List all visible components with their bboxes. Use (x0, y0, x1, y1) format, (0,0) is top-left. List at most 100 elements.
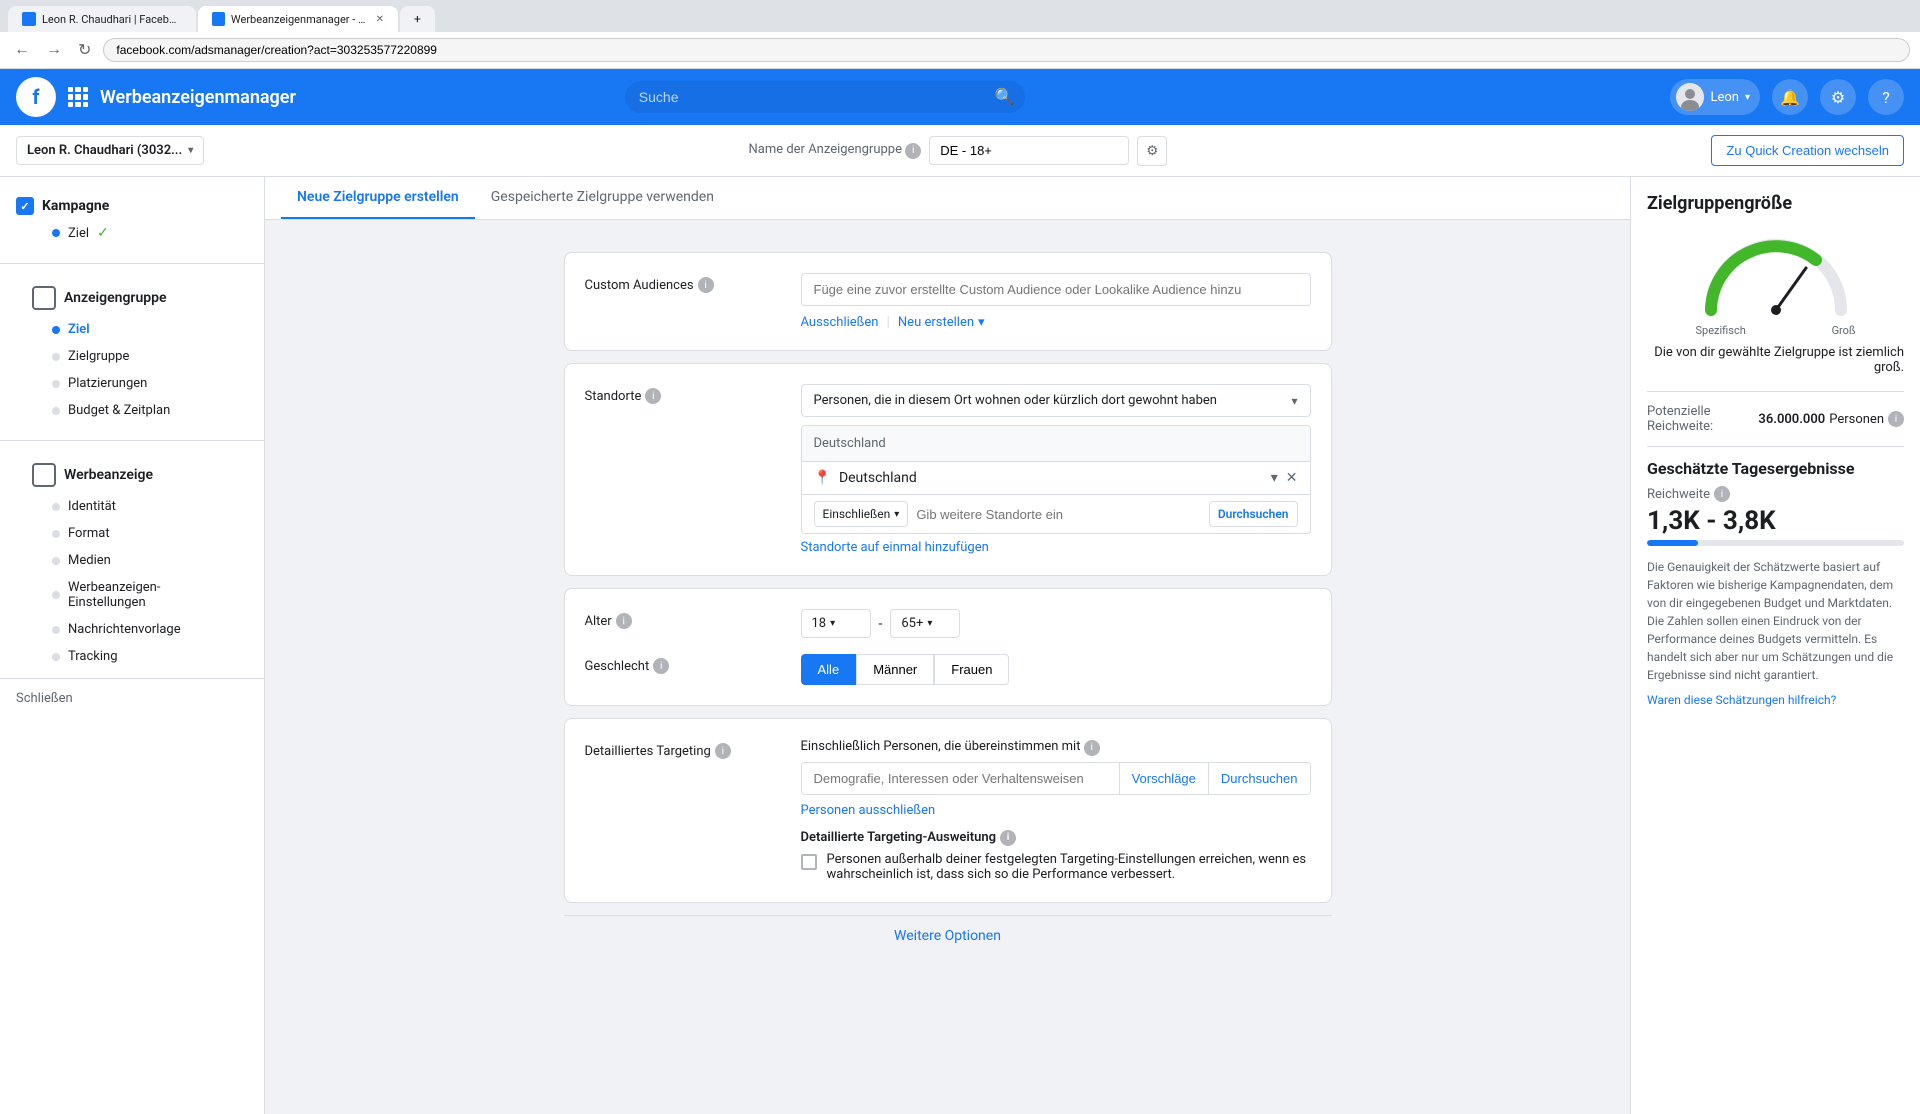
tab-gespeicherte[interactable]: Gespeicherte Zielgruppe verwenden (475, 177, 730, 219)
sidebar-item-medien[interactable]: Medien (16, 547, 248, 574)
nachrichtenvorlage-dot (52, 626, 60, 634)
sidebar-item-einstellungen[interactable]: Werbeanzeigen-Einstellungen (16, 574, 248, 616)
refresh-btn[interactable]: ↻ (74, 38, 95, 62)
sidebar-item-zielgruppe[interactable]: Zielgruppe (16, 343, 248, 370)
avatar (1676, 83, 1704, 111)
ausweitung-checkbox[interactable] (801, 854, 817, 870)
grid-icon[interactable] (68, 87, 88, 107)
sidebar-divider-2 (0, 440, 264, 441)
location-item-deutschland: 📍 Deutschland ▾ ✕ (802, 462, 1310, 495)
neu-erstellen-dropdown[interactable]: Neu erstellen ▾ (898, 315, 985, 330)
gender-maenner-btn[interactable]: Männer (856, 654, 934, 685)
targeting-input-row: Vorschläge Durchsuchen (801, 762, 1311, 795)
sidebar-close-btn[interactable]: Schließen (0, 678, 264, 718)
location-search-row: Einschließen ▾ Durchsuchen (802, 495, 1310, 533)
ziel2-dot (52, 326, 60, 334)
budget-dot (52, 407, 60, 415)
geschlecht-info-icon[interactable]: i (653, 658, 669, 674)
sidebar-anzeigengruppe-title: Anzeigengruppe (16, 280, 248, 316)
tab-bar: Neue Zielgruppe erstellen Gespeicherte Z… (265, 177, 1630, 220)
field-gear-btn[interactable]: ⚙ (1137, 136, 1167, 166)
weitere-optionen-link[interactable]: Weitere Optionen (564, 915, 1332, 956)
include-chevron-icon: ▾ (894, 509, 899, 520)
sidebar-item-platzierungen[interactable]: Platzierungen (16, 370, 248, 397)
alter-info-icon[interactable]: i (616, 613, 632, 629)
browser-tab-1[interactable]: Leon R. Chaudhari | Facebook (8, 6, 196, 32)
sidebar-item-identitaet[interactable]: Identität (16, 493, 248, 520)
gauge-labels: Spezifisch Groß (1696, 324, 1856, 337)
standorte-info-icon[interactable]: i (645, 388, 661, 404)
location-search-input[interactable] (916, 507, 1201, 522)
browser-chrome: Leon R. Chaudhari | Facebook Werbeanzeig… (0, 0, 1920, 32)
back-btn[interactable]: ← (10, 39, 34, 61)
gauge-label-right: Groß (1832, 324, 1856, 337)
sidebar-item-nachrichtenvorlage[interactable]: Nachrichtenvorlage (16, 616, 248, 643)
werbeanzeige-icon (32, 463, 56, 487)
personen-ausschliessen-link[interactable]: Personen ausschließen (801, 803, 936, 818)
reach-info-icon[interactable]: i (1714, 486, 1730, 502)
address-bar[interactable] (103, 38, 1910, 62)
forward-btn[interactable]: → (42, 39, 66, 61)
gender-frauen-btn[interactable]: Frauen (934, 654, 1009, 685)
targeting-durchsuchen-btn[interactable]: Durchsuchen (1208, 763, 1310, 794)
location-expand-icon[interactable]: ▾ (1271, 470, 1278, 486)
age-min-select[interactable]: 18 ▾ (801, 609, 871, 638)
targeting-vorschlaege-btn[interactable]: Vorschläge (1119, 763, 1208, 794)
ausweitung-info-icon[interactable]: i (1000, 830, 1016, 846)
settings-btn[interactable]: ⚙ (1820, 79, 1856, 115)
helpful-link[interactable]: Waren diese Schätzungen hilfreich? (1647, 693, 1836, 707)
location-box: Deutschland 📍 Deutschland ▾ ✕ (801, 425, 1311, 534)
sidebar-item-format[interactable]: Format (16, 520, 248, 547)
targeting-ausweitung: Detaillierte Targeting-Ausweitung i Pers… (801, 830, 1311, 882)
field-info-icon[interactable]: i (905, 143, 921, 159)
browser-tab-2[interactable]: Werbeanzeigenmanager - Cr... ✕ (198, 6, 398, 32)
location-box-header: Deutschland (802, 426, 1310, 462)
gender-alle-btn[interactable]: Alle (801, 654, 857, 685)
anzeigengruppe-input[interactable] (929, 136, 1129, 165)
quick-create-btn[interactable]: Zu Quick Creation wechseln (1711, 135, 1904, 166)
anzeigengruppe-label: Name der Anzeigengruppe i (748, 142, 921, 159)
notification-btn[interactable]: 🔔 (1772, 79, 1808, 115)
help-btn[interactable]: ? (1868, 79, 1904, 115)
einstellungen-dot (52, 591, 60, 599)
panel-title: Zielgruppengröße (1647, 193, 1904, 214)
location-type-dropdown[interactable]: Personen, die in diesem Ort wohnen oder … (801, 384, 1311, 417)
sub-header-center: Name der Anzeigengruppe i ⚙ (220, 136, 1695, 166)
account-dropdown[interactable]: Leon R. Chaudhari (3032... ▾ (16, 136, 204, 165)
search-input[interactable] (625, 81, 1025, 113)
user-btn[interactable]: Leon ▾ (1670, 79, 1760, 115)
location-add-link[interactable]: Standorte auf einmal hinzufügen (801, 540, 989, 555)
ausweitung-text: Personen außerhalb deiner festgelegten T… (827, 852, 1311, 882)
tab-close-btn[interactable]: ✕ (376, 14, 384, 25)
sidebar-divider-1 (0, 263, 264, 264)
custom-audiences-input[interactable] (801, 273, 1311, 306)
tab-neue[interactable]: Neue Zielgruppe erstellen (281, 177, 475, 219)
potential-reach-info-icon[interactable]: i (1888, 411, 1904, 427)
targeting-sublabel-info-icon[interactable]: i (1084, 740, 1100, 756)
age-min-chevron-icon: ▾ (830, 618, 835, 629)
age-max-select[interactable]: 65+ ▾ (890, 609, 960, 638)
location-remove-icon[interactable]: ✕ (1286, 470, 1298, 486)
platzierungen-dot (52, 380, 60, 388)
right-panel: Zielgruppengröße Spezifisch Groß Die von… (1630, 177, 1920, 1114)
location-include-select[interactable]: Einschließen ▾ (814, 501, 909, 527)
sidebar-item-budget[interactable]: Budget & Zeitplan (16, 397, 248, 424)
identitaet-dot (52, 503, 60, 511)
targeting-info-icon[interactable]: i (715, 743, 731, 759)
location-search-btn[interactable]: Durchsuchen (1209, 501, 1298, 527)
header-right: Leon ▾ 🔔 ⚙ ? (1670, 79, 1904, 115)
new-tab-btn[interactable]: + (400, 6, 435, 32)
sidebar-item-tracking[interactable]: Tracking (16, 643, 248, 670)
custom-audiences-row: Custom Audiences i Ausschließen | Neu er… (585, 273, 1311, 330)
search-bar: 🔍 (625, 81, 1025, 113)
ausschliessen-link[interactable]: Ausschließen (801, 315, 879, 330)
sidebar-item-ziel[interactable]: Ziel ✓ (16, 219, 248, 247)
targeting-input[interactable] (802, 763, 1119, 794)
sidebar-item-ziel2[interactable]: Ziel (16, 316, 248, 343)
age-separator: - (879, 616, 883, 632)
geschlecht-label: Geschlecht i (585, 654, 785, 674)
search-btn[interactable]: 🔍 (995, 87, 1015, 107)
geschlecht-control: Alle Männer Frauen (801, 654, 1311, 685)
sidebar-werbeanzeige-title: Werbeanzeige (16, 457, 248, 493)
custom-audiences-info-icon[interactable]: i (698, 277, 714, 293)
